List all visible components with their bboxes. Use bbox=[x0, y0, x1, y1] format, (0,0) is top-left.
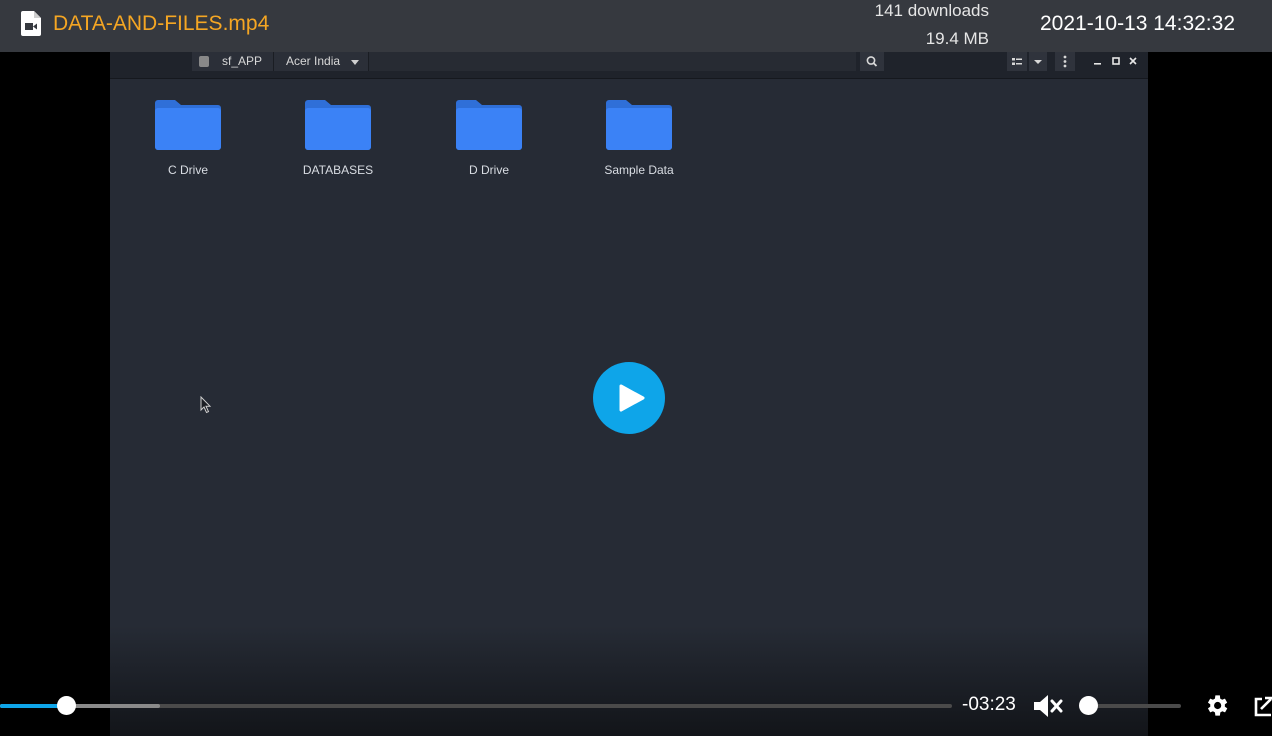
folder-icon bbox=[456, 100, 522, 150]
search-icon bbox=[866, 56, 878, 67]
file-size: 19.4 MB bbox=[925, 29, 989, 48]
chevron-down-icon bbox=[351, 60, 359, 65]
folder-icon bbox=[155, 100, 221, 150]
breadcrumb-label: sf_APP bbox=[222, 54, 263, 68]
mouse-cursor-icon bbox=[200, 396, 212, 414]
chevron-down-icon bbox=[1034, 60, 1042, 64]
minimize-icon bbox=[1094, 63, 1101, 65]
popout-icon[interactable] bbox=[1254, 694, 1272, 718]
breadcrumb-acer-india: Acer India bbox=[274, 52, 369, 71]
top-bar: DATA-AND-FILES.mp4 141 downloads 19.4 MB… bbox=[0, 0, 1272, 52]
folder-icon bbox=[305, 100, 371, 150]
video-file-icon bbox=[21, 11, 41, 36]
folder-label: DATABASES bbox=[302, 163, 374, 177]
path-bar bbox=[369, 52, 856, 71]
download-count: 141 downloads bbox=[874, 1, 989, 20]
volume-handle[interactable] bbox=[1079, 696, 1098, 715]
folder-label: C Drive bbox=[167, 163, 208, 177]
folder-icon bbox=[606, 100, 672, 150]
play-icon bbox=[619, 384, 645, 412]
folder-label: D Drive bbox=[468, 163, 509, 177]
play-button[interactable] bbox=[593, 362, 665, 434]
folder-item: DATABASES bbox=[288, 99, 388, 177]
breadcrumb-sf-app: sf_APP bbox=[192, 52, 274, 71]
menu-button bbox=[1055, 52, 1075, 71]
file-manager-toolbar: sf_APP Acer India bbox=[110, 52, 1148, 79]
volume-slider[interactable] bbox=[1089, 704, 1181, 708]
video-gradient bbox=[110, 626, 1148, 736]
folder-item: Sample Data bbox=[589, 99, 689, 177]
video-frame[interactable]: sf_APP Acer India C Drive DATABASES D Dr… bbox=[110, 52, 1148, 736]
file-timestamp: 2021-10-13 14:32:32 bbox=[1040, 12, 1235, 35]
mute-icon[interactable] bbox=[1030, 692, 1064, 720]
file-title: DATA-AND-FILES.mp4 bbox=[53, 12, 270, 35]
time-remaining: -03:23 bbox=[962, 694, 1016, 715]
view-options-button bbox=[1029, 52, 1047, 71]
folder-item: D Drive bbox=[439, 99, 539, 177]
folder-item: C Drive bbox=[138, 99, 238, 177]
view-mode-button bbox=[1007, 52, 1027, 71]
close-icon bbox=[1129, 57, 1137, 65]
kebab-menu-icon bbox=[1063, 55, 1067, 68]
drive-icon bbox=[199, 56, 209, 67]
breadcrumb-label: Acer India bbox=[286, 54, 341, 68]
seek-handle[interactable] bbox=[57, 696, 76, 715]
list-view-icon bbox=[1012, 58, 1022, 65]
maximize-icon bbox=[1112, 57, 1120, 65]
folder-label: Sample Data bbox=[604, 163, 674, 177]
search-button bbox=[860, 52, 884, 71]
settings-icon[interactable] bbox=[1203, 692, 1230, 719]
